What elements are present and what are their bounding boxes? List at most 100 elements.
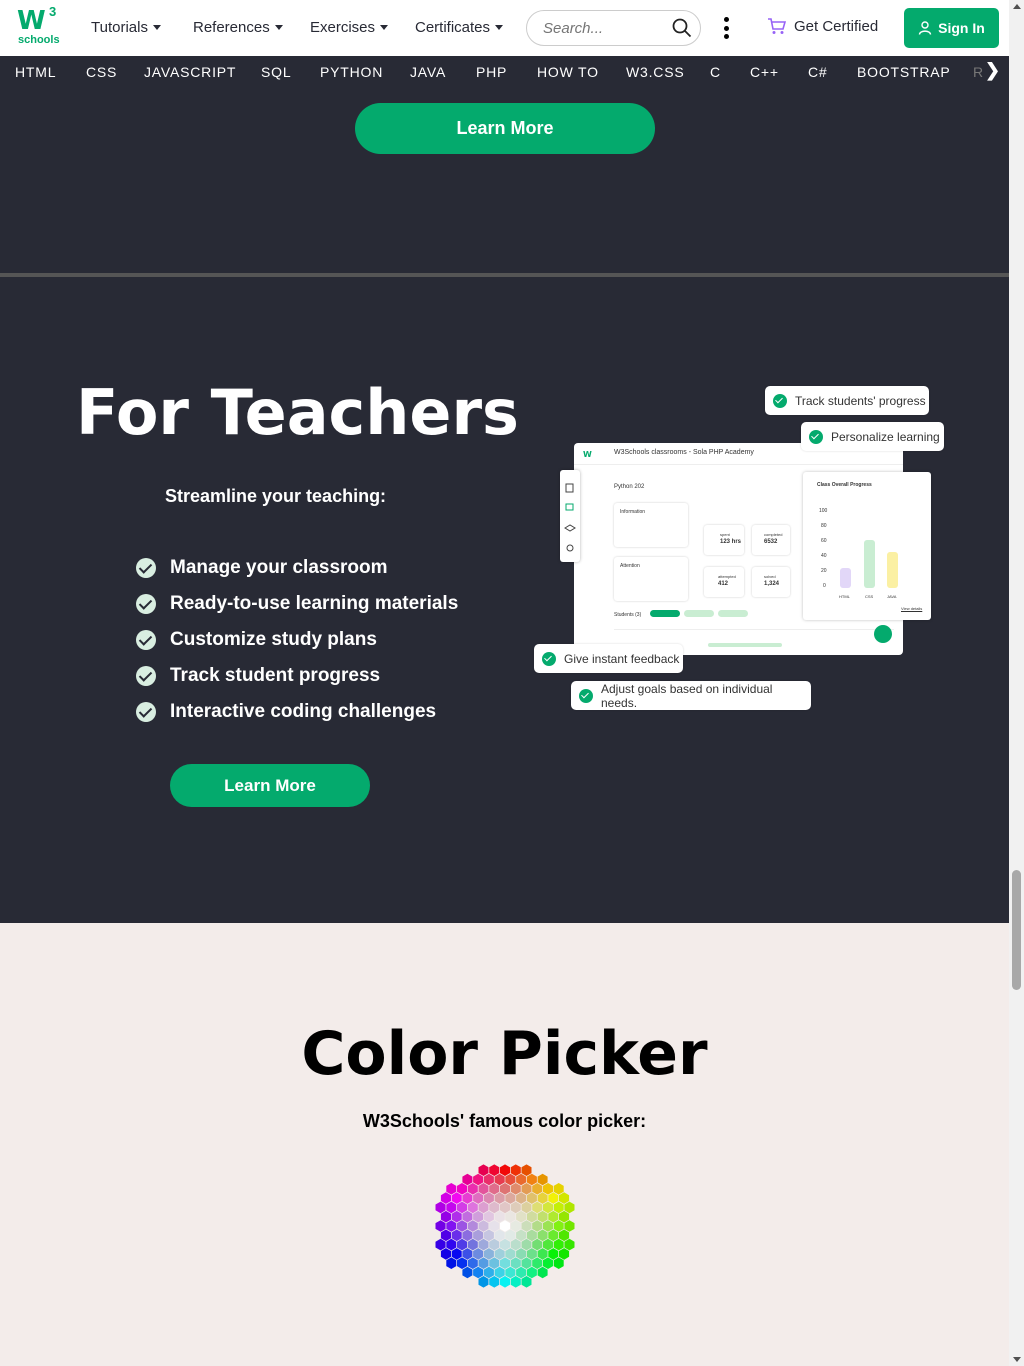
color-swatch[interactable] bbox=[462, 1210, 473, 1223]
color-swatch[interactable] bbox=[483, 1266, 494, 1279]
color-swatch[interactable] bbox=[516, 1192, 527, 1204]
color-swatch[interactable] bbox=[526, 1266, 537, 1279]
color-swatch[interactable] bbox=[473, 1173, 484, 1186]
color-swatch[interactable] bbox=[478, 1257, 489, 1269]
color-swatch[interactable] bbox=[457, 1257, 468, 1269]
subnav-bootstrap[interactable]: BOOTSTRAP bbox=[857, 64, 951, 80]
search-input[interactable] bbox=[543, 20, 668, 37]
color-swatch[interactable] bbox=[564, 1220, 575, 1232]
color-swatch[interactable] bbox=[516, 1210, 527, 1223]
subnav-python[interactable]: PYTHON bbox=[320, 64, 383, 80]
color-swatch[interactable] bbox=[516, 1266, 527, 1279]
color-swatch[interactable] bbox=[553, 1201, 564, 1214]
color-swatch[interactable] bbox=[500, 1257, 510, 1269]
color-swatch[interactable] bbox=[500, 1276, 510, 1288]
color-swatch[interactable] bbox=[462, 1192, 473, 1204]
color-swatch[interactable] bbox=[457, 1183, 468, 1195]
color-swatch[interactable] bbox=[526, 1192, 537, 1204]
color-swatch[interactable] bbox=[542, 1238, 553, 1251]
color-swatch[interactable] bbox=[526, 1210, 537, 1223]
color-swatch[interactable] bbox=[510, 1201, 521, 1214]
color-swatch[interactable] bbox=[451, 1192, 462, 1204]
color-swatch[interactable] bbox=[473, 1229, 484, 1242]
color-swatch[interactable] bbox=[505, 1173, 516, 1186]
color-swatch[interactable] bbox=[473, 1192, 484, 1204]
color-swatch[interactable] bbox=[489, 1276, 500, 1288]
color-swatch[interactable] bbox=[494, 1173, 505, 1186]
color-swatch[interactable] bbox=[521, 1164, 532, 1176]
color-swatch[interactable] bbox=[521, 1276, 532, 1288]
color-swatch[interactable] bbox=[462, 1266, 473, 1279]
color-swatch[interactable] bbox=[510, 1220, 521, 1232]
color-swatch[interactable] bbox=[564, 1201, 575, 1214]
color-swatch[interactable] bbox=[516, 1248, 527, 1260]
color-swatch[interactable] bbox=[505, 1266, 516, 1279]
color-swatch[interactable] bbox=[478, 1201, 489, 1214]
color-swatch[interactable] bbox=[521, 1201, 532, 1214]
color-swatch[interactable] bbox=[521, 1220, 532, 1232]
color-swatch[interactable] bbox=[462, 1248, 473, 1260]
subnav-cpp[interactable]: C++ bbox=[750, 64, 779, 80]
color-swatch[interactable] bbox=[532, 1220, 543, 1232]
color-swatch[interactable] bbox=[446, 1183, 457, 1195]
color-swatch[interactable] bbox=[537, 1192, 548, 1204]
subnav-howto[interactable]: HOW TO bbox=[537, 64, 599, 80]
get-certified-link[interactable]: Get Certified bbox=[767, 18, 878, 35]
subnav-javascript[interactable]: JAVASCRIPT bbox=[144, 64, 236, 80]
subnav-w3css[interactable]: W3.CSS bbox=[626, 64, 684, 80]
color-swatch[interactable] bbox=[500, 1164, 510, 1176]
color-swatch[interactable] bbox=[559, 1192, 570, 1204]
color-swatch[interactable] bbox=[467, 1183, 478, 1195]
subnav-php[interactable]: PHP bbox=[476, 64, 507, 80]
color-swatch[interactable] bbox=[532, 1183, 543, 1195]
color-swatch[interactable] bbox=[553, 1238, 564, 1251]
color-swatch[interactable] bbox=[478, 1220, 489, 1232]
color-swatch[interactable] bbox=[451, 1210, 462, 1223]
color-swatch[interactable] bbox=[553, 1257, 564, 1269]
color-swatch[interactable] bbox=[537, 1173, 548, 1186]
color-swatch[interactable] bbox=[537, 1266, 548, 1279]
color-swatch[interactable] bbox=[542, 1220, 553, 1232]
color-swatch[interactable] bbox=[559, 1248, 570, 1260]
color-swatch[interactable] bbox=[500, 1201, 510, 1214]
scrollbar-thumb[interactable] bbox=[1012, 870, 1021, 990]
color-swatch[interactable] bbox=[532, 1257, 543, 1269]
exercises-menu[interactable]: Exercises bbox=[310, 19, 389, 36]
color-swatch[interactable] bbox=[489, 1257, 500, 1269]
color-swatch[interactable] bbox=[494, 1248, 505, 1260]
subnav-r[interactable]: R bbox=[973, 64, 984, 80]
color-swatch[interactable] bbox=[435, 1220, 446, 1232]
color-swatch[interactable] bbox=[467, 1201, 478, 1214]
subnav-java[interactable]: JAVA bbox=[410, 64, 446, 80]
scroll-down-icon[interactable] bbox=[1013, 1357, 1021, 1362]
color-swatch[interactable] bbox=[542, 1257, 553, 1269]
color-swatch[interactable] bbox=[489, 1164, 500, 1176]
color-swatch[interactable] bbox=[500, 1183, 510, 1195]
color-swatch[interactable] bbox=[489, 1220, 500, 1232]
color-swatch[interactable] bbox=[542, 1183, 553, 1195]
color-swatch[interactable] bbox=[537, 1229, 548, 1242]
color-swatch[interactable] bbox=[478, 1276, 489, 1288]
color-swatch[interactable] bbox=[440, 1229, 451, 1242]
color-swatch[interactable] bbox=[510, 1183, 521, 1195]
color-swatch[interactable] bbox=[500, 1220, 510, 1232]
color-swatch[interactable] bbox=[457, 1201, 468, 1214]
color-swatch[interactable] bbox=[457, 1220, 468, 1232]
subnav-csharp[interactable]: C# bbox=[808, 64, 828, 80]
color-swatch[interactable] bbox=[516, 1173, 527, 1186]
color-swatch[interactable] bbox=[537, 1248, 548, 1260]
color-swatch[interactable] bbox=[548, 1210, 559, 1223]
subnav-sql[interactable]: SQL bbox=[261, 64, 291, 80]
color-swatch[interactable] bbox=[483, 1248, 494, 1260]
chevron-right-icon[interactable]: ❯ bbox=[985, 60, 1005, 84]
certificates-menu[interactable]: Certificates bbox=[415, 19, 504, 36]
subnav-c[interactable]: C bbox=[710, 64, 721, 80]
color-swatch[interactable] bbox=[505, 1192, 516, 1204]
scroll-up-icon[interactable] bbox=[1013, 4, 1021, 9]
color-swatch[interactable] bbox=[494, 1229, 505, 1242]
learn-more-button-top[interactable]: Learn More bbox=[355, 103, 655, 154]
color-swatch[interactable] bbox=[473, 1210, 484, 1223]
color-swatch[interactable] bbox=[553, 1220, 564, 1232]
color-swatch[interactable] bbox=[446, 1238, 457, 1251]
color-swatch[interactable] bbox=[467, 1257, 478, 1269]
